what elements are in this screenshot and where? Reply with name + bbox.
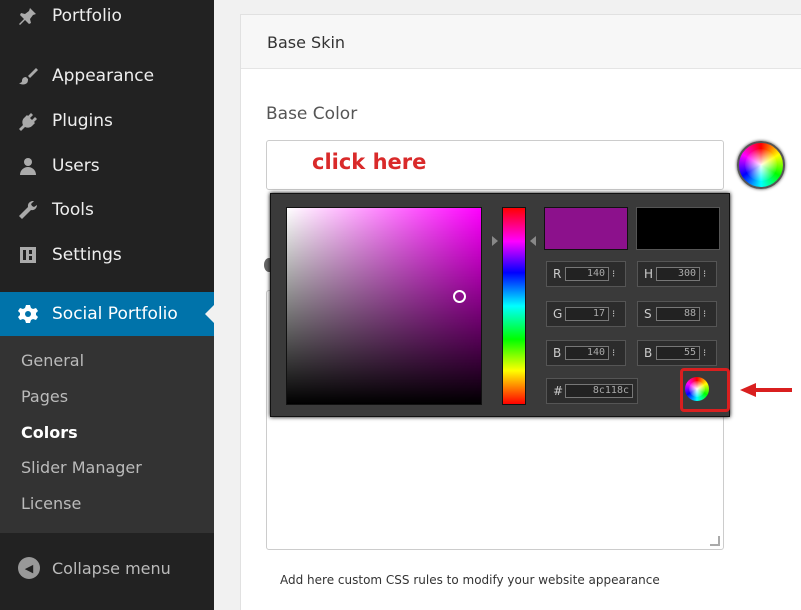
sidebar-item-appearance[interactable]: Appearance — [0, 56, 214, 96]
sidebar-item-tools[interactable]: Tools — [0, 190, 214, 230]
collapse-icon: ◀ — [18, 557, 40, 579]
hex-value[interactable]: 8c118c — [565, 384, 633, 398]
saturation-field[interactable]: S 88 ⁝ — [637, 301, 717, 327]
field-label: G — [553, 307, 563, 321]
field-label: # — [553, 384, 564, 398]
sidebar-item-label: Plugins — [52, 111, 113, 131]
field-label: H — [644, 267, 654, 281]
field-label: R — [553, 267, 562, 281]
sidebar-item-label: Tools — [52, 200, 94, 220]
color-wheel-icon[interactable] — [737, 141, 785, 189]
hue-arrow-left-icon — [492, 236, 498, 246]
red-field[interactable]: R 140 ⁝ — [546, 261, 626, 287]
field-label: S — [644, 307, 652, 321]
sidebar-item-portfolio[interactable]: Portfolio — [0, 0, 214, 36]
gear-icon — [16, 302, 40, 326]
pin-icon — [16, 4, 40, 28]
sidebar-item-label: Settings — [52, 245, 122, 265]
spinner-icon[interactable]: ⁝ — [612, 269, 615, 280]
user-icon — [16, 154, 40, 178]
saturation-value[interactable]: 88 — [656, 307, 700, 321]
base-color-label: Base Color — [266, 104, 358, 124]
hue-slider[interactable] — [502, 207, 526, 405]
spinner-icon[interactable]: ⁝ — [703, 309, 706, 320]
green-value[interactable]: 17 — [565, 307, 609, 321]
spinner-icon[interactable]: ⁝ — [612, 309, 615, 320]
field-label: B — [553, 346, 562, 360]
blue-value[interactable]: 140 — [565, 346, 609, 360]
wrench-icon — [16, 198, 40, 222]
sidebar-item-label: Social Portfolio — [52, 304, 178, 324]
current-color-swatch[interactable] — [636, 207, 720, 250]
brightness-field[interactable]: B 55 ⁝ — [637, 340, 717, 366]
hex-field[interactable]: # 8c118c — [546, 378, 638, 404]
brush-icon — [16, 64, 40, 88]
picker-cursor[interactable] — [453, 290, 466, 303]
brightness-value[interactable]: 55 — [656, 346, 700, 360]
hue-arrow-right-icon — [530, 236, 536, 246]
submenu: General Pages Colors Slider Manager Lice… — [0, 336, 214, 533]
admin-sidebar: Portfolio Appearance Plugins Users Tools — [0, 0, 214, 610]
submenu-item-license[interactable]: License — [21, 494, 81, 513]
spinner-icon[interactable]: ⁝ — [703, 269, 706, 280]
help-text: Add here custom CSS rules to modify your… — [280, 573, 660, 587]
saturation-value-area[interactable] — [286, 207, 482, 405]
submenu-item-pages[interactable]: Pages — [21, 387, 68, 406]
sidebar-item-settings[interactable]: Settings — [0, 235, 214, 275]
collapse-label: Collapse menu — [52, 558, 171, 578]
section-title: Base Skin — [267, 33, 346, 52]
sidebar-item-label: Users — [52, 156, 100, 176]
sidebar-item-label: Portfolio — [52, 6, 122, 26]
spinner-icon[interactable]: ⁝ — [612, 348, 615, 359]
hue-field[interactable]: H 300 ⁝ — [637, 261, 717, 287]
new-color-swatch — [544, 207, 628, 250]
submenu-item-general[interactable]: General — [21, 351, 84, 370]
resize-handle[interactable] — [710, 536, 720, 546]
collapse-menu-button[interactable]: ◀ Collapse menu — [0, 546, 214, 590]
highlight-box — [680, 368, 730, 412]
red-arrow-icon — [740, 383, 792, 397]
settings-icon — [16, 243, 40, 267]
sidebar-item-social-portfolio[interactable]: Social Portfolio — [0, 292, 214, 336]
green-field[interactable]: G 17 ⁝ — [546, 301, 626, 327]
sidebar-item-users[interactable]: Users — [0, 146, 214, 186]
red-value[interactable]: 140 — [565, 267, 609, 281]
plug-icon — [16, 109, 40, 133]
hue-value[interactable]: 300 — [656, 267, 700, 281]
color-picker: R 140 ⁝ H 300 ⁝ G 17 ⁝ S 88 ⁝ B 140 ⁝ B … — [270, 193, 730, 417]
submenu-item-colors[interactable]: Colors — [21, 423, 78, 442]
submenu-item-slider-manager[interactable]: Slider Manager — [21, 458, 142, 477]
sidebar-item-label: Appearance — [52, 66, 155, 86]
click-here-annotation: click here — [312, 150, 427, 174]
spinner-icon[interactable]: ⁝ — [703, 348, 706, 359]
blue-field[interactable]: B 140 ⁝ — [546, 340, 626, 366]
panel-header: Base Skin — [241, 15, 801, 69]
field-label: B — [644, 346, 653, 360]
sidebar-item-plugins[interactable]: Plugins — [0, 101, 214, 141]
